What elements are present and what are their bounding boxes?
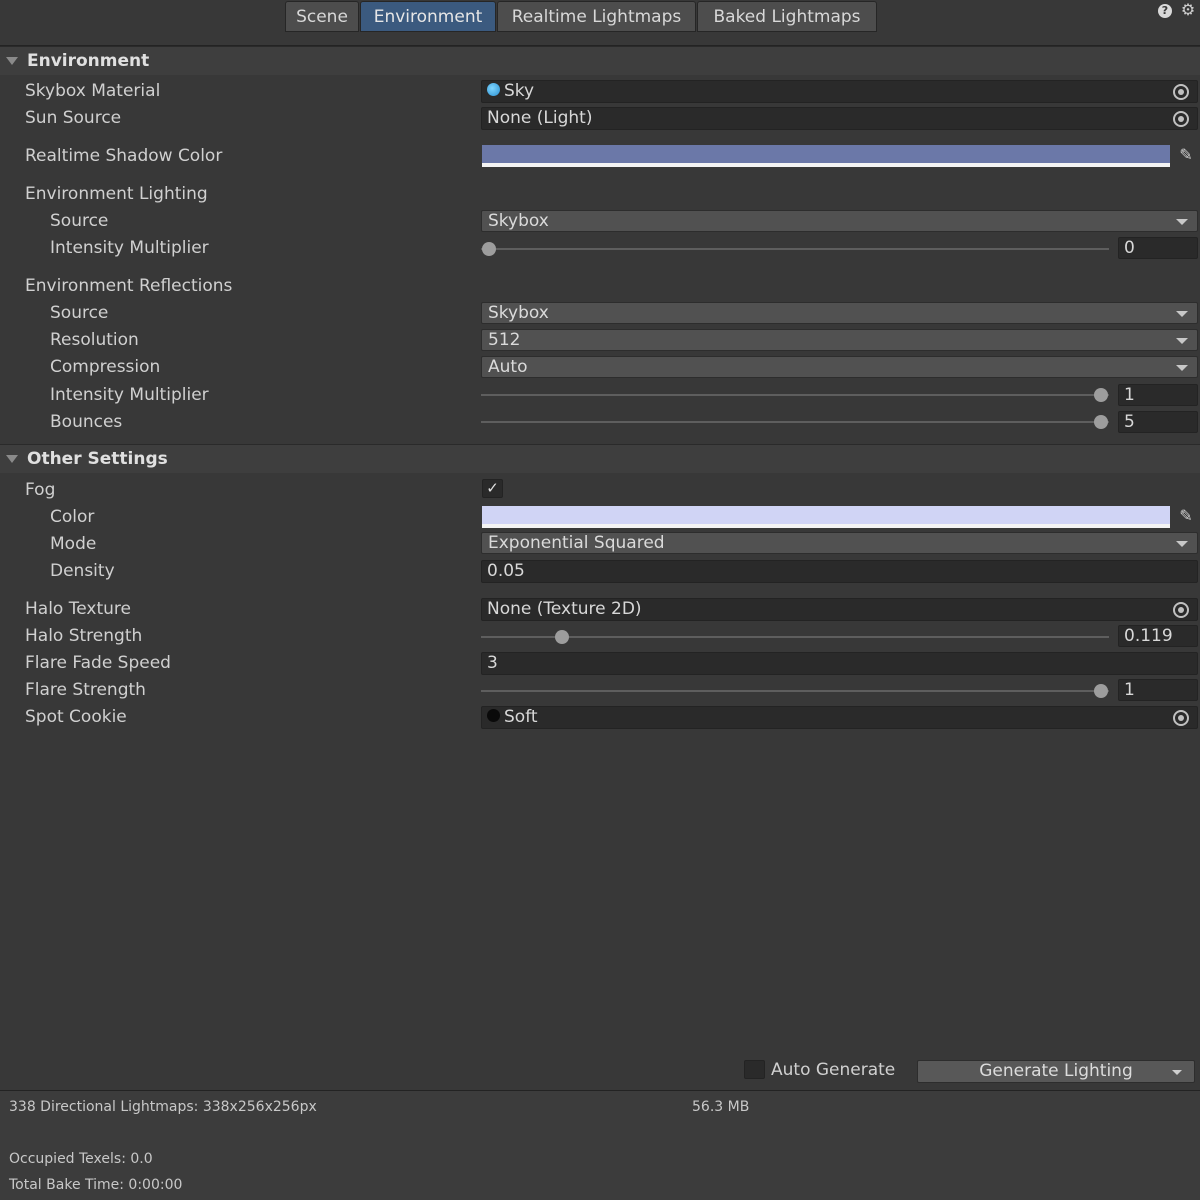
skybox-material-value: Sky <box>504 81 535 101</box>
lighting-source-label: Source <box>50 211 109 231</box>
lighting-intensity-label: Intensity Multiplier <box>50 238 209 258</box>
bounces-label: Bounces <box>50 412 123 432</box>
lighting-intensity-slider[interactable] <box>481 248 1109 250</box>
flare-strength-label: Flare Strength <box>25 680 146 700</box>
fog-label: Fog <box>25 480 56 500</box>
chevron-down-icon[interactable] <box>1172 1070 1182 1075</box>
environment-section-header[interactable]: Environment <box>0 46 1200 75</box>
chevron-down-icon <box>1176 365 1188 371</box>
auto-generate-checkbox[interactable] <box>744 1060 765 1079</box>
spot-cookie-field[interactable]: Soft <box>481 706 1198 729</box>
lighting-source-dropdown[interactable]: Skybox <box>481 210 1198 232</box>
halo-strength-slider-thumb[interactable] <box>555 630 569 644</box>
reflections-resolution-value: 512 <box>488 330 521 350</box>
reflections-intensity-label: Intensity Multiplier <box>50 385 209 405</box>
flare-fade-speed-label: Flare Fade Speed <box>25 653 171 673</box>
fog-mode-value: Exponential Squared <box>488 533 665 553</box>
tab-baked-lightmaps[interactable]: Baked Lightmaps <box>697 1 877 32</box>
skybox-material-field[interactable]: Sky <box>481 80 1198 103</box>
reflections-compression-dropdown[interactable]: Auto <box>481 356 1198 378</box>
material-sphere-icon <box>487 82 500 96</box>
reflections-intensity-slider-thumb[interactable] <box>1094 388 1108 402</box>
reflections-compression-label: Compression <box>50 357 161 377</box>
lighting-source-value: Skybox <box>488 211 549 231</box>
fog-color-swatch[interactable] <box>482 506 1170 528</box>
fog-density-field[interactable]: 0.05 <box>481 560 1198 583</box>
reflections-source-label: Source <box>50 303 109 323</box>
occupied-texels: Occupied Texels: 0.0 <box>9 1151 153 1167</box>
tab-environment[interactable]: Environment <box>360 1 496 32</box>
object-picker-icon[interactable] <box>1173 602 1189 618</box>
reflections-source-value: Skybox <box>488 303 549 323</box>
generate-lighting-button[interactable]: Generate Lighting <box>917 1060 1195 1083</box>
foldout-triangle-icon <box>6 57 18 65</box>
bounces-value[interactable]: 5 <box>1118 411 1198 433</box>
chevron-down-icon <box>1176 541 1188 547</box>
halo-texture-label: Halo Texture <box>25 599 131 619</box>
flare-strength-slider[interactable] <box>481 690 1109 692</box>
chevron-down-icon <box>1176 219 1188 225</box>
help-icon[interactable]: ? <box>1157 2 1173 18</box>
spot-cookie-label: Spot Cookie <box>25 707 127 727</box>
fog-density-label: Density <box>50 561 115 581</box>
object-picker-icon[interactable] <box>1173 111 1189 127</box>
reflections-resolution-dropdown[interactable]: 512 <box>481 329 1198 351</box>
sun-source-field[interactable]: None (Light) <box>481 107 1198 130</box>
lighting-stats-panel: 338 Directional Lightmaps: 338x256x256px… <box>0 1090 1200 1200</box>
reflections-source-dropdown[interactable]: Skybox <box>481 302 1198 324</box>
halo-texture-field[interactable]: None (Texture 2D) <box>481 598 1198 621</box>
fog-mode-dropdown[interactable]: Exponential Squared <box>481 532 1198 554</box>
fog-mode-label: Mode <box>50 534 97 554</box>
flare-strength-slider-thumb[interactable] <box>1094 684 1108 698</box>
halo-strength-label: Halo Strength <box>25 626 143 646</box>
reflections-compression-value: Auto <box>488 357 528 377</box>
eyedropper-icon[interactable]: ✎ <box>1176 145 1196 165</box>
environment-lighting-label: Environment Lighting <box>25 184 208 204</box>
eyedropper-icon[interactable]: ✎ <box>1176 506 1196 526</box>
spot-cookie-value: Soft <box>504 707 538 727</box>
sun-source-value: None (Light) <box>487 108 593 128</box>
lighting-tab-bar: Scene Environment Realtime Lightmaps Bak… <box>0 0 1200 46</box>
total-bake-time: Total Bake Time: 0:00:00 <box>9 1177 183 1193</box>
lightmaps-size: 56.3 MB <box>692 1099 750 1115</box>
tab-scene[interactable]: Scene <box>285 1 359 32</box>
lightmaps-summary: 338 Directional Lightmaps: 338x256x256px <box>9 1099 317 1115</box>
halo-strength-value[interactable]: 0.119 <box>1118 625 1198 647</box>
reflections-intensity-value[interactable]: 1 <box>1118 384 1198 406</box>
realtime-shadow-color-label: Realtime Shadow Color <box>25 146 223 166</box>
fog-checkbox[interactable]: ✓ <box>482 479 503 498</box>
section-title: Other Settings <box>27 449 168 469</box>
flare-fade-speed-field[interactable]: 3 <box>481 652 1198 675</box>
tab-realtime-lightmaps[interactable]: Realtime Lightmaps <box>497 1 696 32</box>
fog-color-label: Color <box>50 507 95 527</box>
halo-texture-value: None (Texture 2D) <box>487 599 642 619</box>
chevron-down-icon <box>1176 311 1188 317</box>
foldout-triangle-icon <box>6 455 18 463</box>
skybox-material-label: Skybox Material <box>25 81 161 101</box>
flare-strength-value[interactable]: 1 <box>1118 679 1198 701</box>
halo-strength-slider[interactable] <box>481 636 1109 638</box>
bounces-slider[interactable] <box>481 421 1109 423</box>
reflections-resolution-label: Resolution <box>50 330 139 350</box>
realtime-shadow-color-swatch[interactable] <box>482 145 1170 167</box>
lighting-intensity-slider-thumb[interactable] <box>482 242 496 256</box>
generate-lighting-label: Generate Lighting <box>979 1061 1133 1081</box>
object-picker-icon[interactable] <box>1173 710 1189 726</box>
object-picker-icon[interactable] <box>1173 84 1189 100</box>
bounces-slider-thumb[interactable] <box>1094 415 1108 429</box>
environment-reflections-label: Environment Reflections <box>25 276 233 296</box>
auto-generate-label: Auto Generate <box>771 1060 896 1080</box>
chevron-down-icon <box>1176 338 1188 344</box>
reflections-intensity-slider[interactable] <box>481 394 1109 396</box>
lighting-intensity-value[interactable]: 0 <box>1118 237 1198 259</box>
texture-thumbnail-icon <box>487 708 500 722</box>
other-settings-section-header[interactable]: Other Settings <box>0 444 1200 473</box>
sun-source-label: Sun Source <box>25 108 122 128</box>
section-title: Environment <box>27 51 150 71</box>
gear-icon[interactable]: ⚙ <box>1180 2 1196 18</box>
